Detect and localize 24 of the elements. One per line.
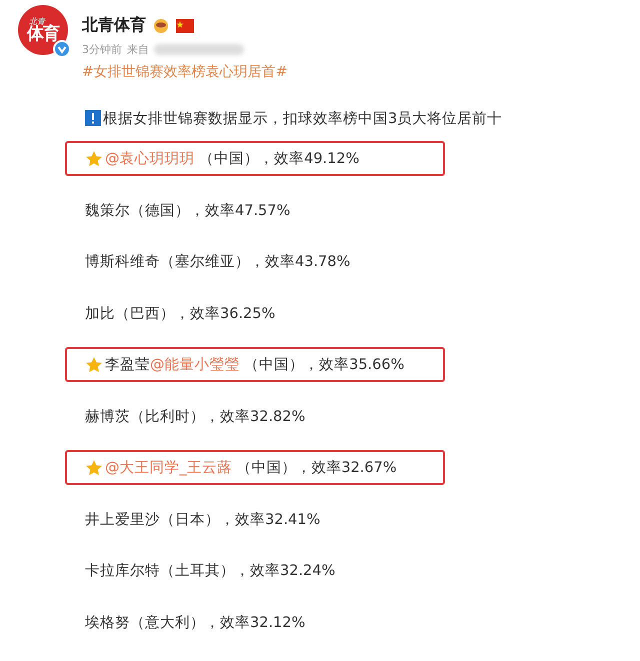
emoji-badge-icon	[152, 18, 170, 34]
avatar-logo-text: 北青	[29, 18, 45, 26]
ranking-entry: 魏策尔（德国），效率47.57%	[85, 202, 290, 220]
hashtag-link[interactable]: #女排世锦赛效率榜袁心玥居首#	[82, 63, 288, 81]
avatar-logo-text: 体育	[27, 26, 59, 42]
ranking-entry: 李盈莹@能量小瑩瑩 （中国），效率35.66%	[105, 356, 404, 374]
ranking-entry: 赫博茨（比利时），效率32.82%	[85, 408, 306, 426]
author-name[interactable]: 北青体育	[82, 15, 146, 36]
ranking-entry: @袁心玥玥玥 （中国），效率49.12%	[105, 150, 360, 168]
china-flag-icon	[176, 18, 194, 32]
intro-text: 根据女排世锦赛数据显示，扣球效率榜中国3员大将位居前十	[103, 110, 502, 128]
avatar[interactable]: 北青 体育	[18, 5, 68, 55]
ranking-entry: 井上爱里沙（日本），效率32.41%	[85, 510, 320, 529]
source-label: 来自	[127, 42, 149, 57]
ranking-entry: 博斯科维奇（塞尔维亚），效率43.78%	[85, 252, 350, 272]
post-time: 3分钟前	[82, 42, 122, 57]
ranking-entry: 加比（巴西），效率36.25%	[85, 304, 276, 323]
ranking-entry: 埃格努（意大利），效率32.12%	[85, 614, 306, 632]
mention-link[interactable]: @能量小瑩瑩	[150, 357, 240, 374]
info-icon	[85, 110, 101, 126]
mention-link[interactable]: @大王同学_王云蕗	[105, 460, 232, 476]
ranking-entry: 卡拉库尔特（土耳其），效率32.24%	[85, 562, 336, 580]
mention-link[interactable]: @袁心玥玥玥	[105, 151, 194, 168]
ranking-entry: @大王同学_王云蕗 （中国），效率32.67%	[105, 458, 397, 478]
